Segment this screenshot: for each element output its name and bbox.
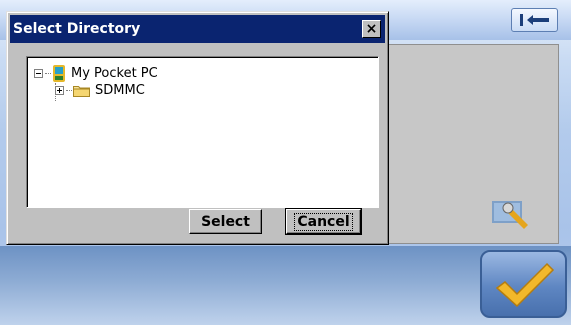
close-button[interactable]: ×	[362, 20, 381, 38]
cancel-button[interactable]: Cancel	[285, 208, 362, 235]
tree-item-label: SDMMC	[95, 82, 145, 98]
checkmark-icon	[495, 262, 554, 308]
tree-item-my-pocket-pc[interactable]: My Pocket PC	[34, 64, 158, 82]
back-button[interactable]	[511, 8, 558, 32]
back-arrow-icon	[519, 14, 549, 26]
ok-button[interactable]	[480, 250, 567, 318]
wrench-icon[interactable]	[490, 195, 534, 231]
tree-item-sdmmc[interactable]: SDMMC	[55, 81, 145, 99]
pocket-pc-icon	[53, 64, 65, 82]
expand-icon[interactable]	[55, 85, 64, 95]
dialog-title-bar: Select Directory ×	[10, 15, 385, 43]
select-directory-dialog: Select Directory × My Pocket PC SDMMC Se…	[6, 11, 389, 245]
directory-tree[interactable]: My Pocket PC SDMMC	[26, 56, 379, 208]
tree-item-label: My Pocket PC	[71, 65, 158, 81]
select-button[interactable]: Select	[189, 209, 262, 234]
dialog-title: Select Directory	[13, 21, 141, 37]
collapse-icon[interactable]	[34, 68, 43, 78]
folder-icon	[73, 85, 90, 97]
cancel-button-label: Cancel	[294, 212, 353, 231]
background-panel	[379, 44, 559, 244]
